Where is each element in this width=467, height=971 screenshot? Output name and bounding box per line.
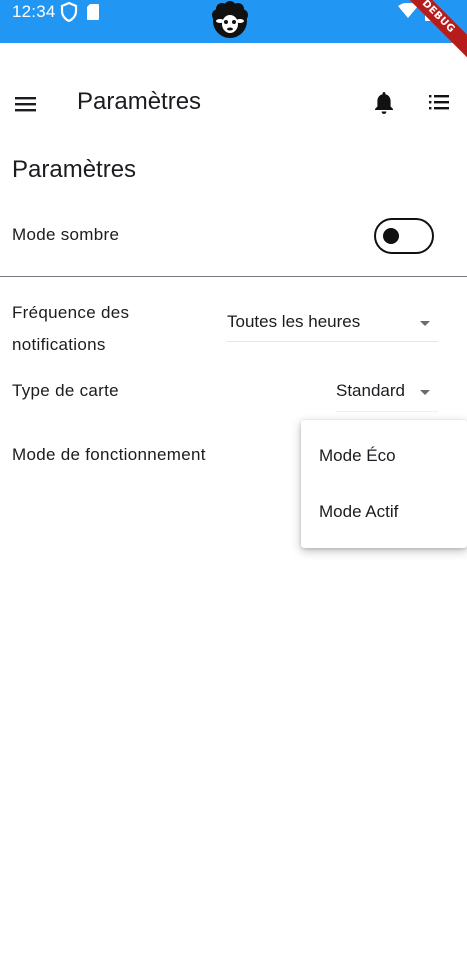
menu-icon[interactable]: [14, 95, 38, 113]
menu-item-label: Mode Éco: [319, 446, 396, 465]
toggle-knob: [383, 228, 399, 244]
map-type-label: Type de carte: [12, 381, 119, 400]
operating-mode-label: Mode de fonctionnement: [12, 445, 206, 464]
page-title: Paramètres: [77, 88, 202, 115]
menu-item-active-mode[interactable]: Mode Actif: [301, 484, 467, 540]
app-bar: Paramètres: [0, 43, 467, 161]
chevron-down-icon: [420, 321, 430, 326]
status-time: 12:34: [12, 2, 56, 21]
chevron-down-icon: [420, 390, 430, 395]
bell-icon[interactable]: [372, 90, 396, 121]
sheep-logo: [210, 1, 250, 46]
menu-item-label: Mode Actif: [319, 502, 399, 521]
notification-frequency-label: Fréquence des notifications: [12, 303, 130, 354]
map-type-dropdown[interactable]: Standard: [336, 372, 438, 412]
shield-icon: [60, 1, 78, 27]
operating-mode-menu: Mode Éco Mode Actif: [301, 420, 467, 548]
list-icon[interactable]: [428, 93, 450, 116]
divider: [0, 276, 467, 277]
section-title: Paramètres: [12, 156, 137, 183]
dark-mode-label: Mode sombre: [12, 225, 120, 244]
map-type-value: Standard: [336, 381, 405, 400]
menu-item-eco-mode[interactable]: Mode Éco: [301, 428, 467, 484]
sim-card-icon: [86, 3, 100, 26]
status-bar: 12:34: [0, 0, 467, 43]
dark-mode-toggle[interactable]: [374, 218, 434, 254]
notification-frequency-dropdown[interactable]: Toutes les heures: [227, 303, 438, 342]
notification-frequency-value: Toutes les heures: [227, 312, 361, 331]
